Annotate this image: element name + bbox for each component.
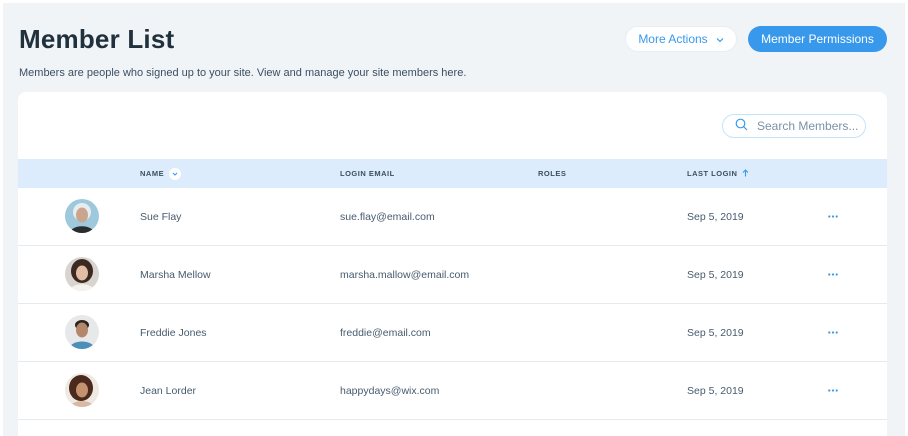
member-name[interactable]: Marsha Mellow (140, 246, 211, 303)
member-name[interactable]: Jean Lorder (140, 362, 196, 419)
member-last-login: Sep 5, 2019 (687, 384, 744, 397)
member-last-login: Sep 5, 2019 (687, 326, 744, 339)
search-placeholder: Search Members... (757, 119, 859, 133)
column-header-roles[interactable]: ROLES (538, 159, 566, 188)
column-header-name-label: NAME (140, 169, 165, 178)
page-subtitle: Members are people who signed up to your… (19, 67, 467, 79)
member-name[interactable]: Sue Flay (140, 188, 181, 245)
table-row[interactable]: Marsha Mellow marsha.mallow@email.com Se… (18, 246, 887, 304)
page-background: Member List Members are people who signe… (3, 3, 905, 436)
table-row[interactable]: Freddie Jones freddie@email.com Sep 5, 2… (18, 304, 887, 362)
more-actions-label: More Actions (638, 32, 708, 46)
table-header: NAME LOGIN EMAIL ROLES LAST LOGIN (18, 159, 887, 188)
member-email: freddie@email.com (340, 326, 431, 339)
member-last-login: Sep 5, 2019 (687, 268, 744, 281)
column-header-last-login-label: LAST LOGIN (687, 169, 738, 178)
chevron-down-icon[interactable] (169, 167, 182, 180)
column-header-email-label: LOGIN EMAIL (340, 169, 395, 178)
column-header-last-login[interactable]: LAST LOGIN (687, 159, 749, 188)
search-input[interactable]: Search Members... (722, 114, 866, 138)
member-email: happydays@wix.com (340, 384, 440, 397)
avatar (65, 315, 99, 349)
avatar (65, 257, 99, 291)
avatar (65, 373, 99, 407)
member-email: sue.flay@email.com (340, 210, 435, 223)
members-card: Search Members... NAME LOGIN EMAIL ROLES… (18, 92, 887, 436)
table-row[interactable]: Jean Lorder happydays@wix.com Sep 5, 201… (18, 362, 887, 420)
member-email: marsha.mallow@email.com (340, 268, 470, 281)
table-row[interactable]: Sue Flay sue.flay@email.com Sep 5, 2019 (18, 188, 887, 246)
member-last-login: Sep 5, 2019 (687, 210, 744, 223)
more-horizontal-icon[interactable] (828, 188, 838, 245)
more-horizontal-icon[interactable] (828, 246, 838, 303)
column-header-name[interactable]: NAME (140, 159, 182, 188)
member-name[interactable]: Freddie Jones (140, 304, 207, 361)
more-actions-button[interactable]: More Actions (625, 26, 737, 52)
column-header-roles-label: ROLES (538, 169, 567, 178)
member-permissions-button[interactable]: Member Permissions (748, 26, 887, 52)
avatar (65, 199, 99, 233)
arrow-up-icon[interactable] (742, 168, 749, 179)
chevron-down-icon (716, 32, 724, 46)
more-horizontal-icon[interactable] (828, 304, 838, 361)
more-horizontal-icon[interactable] (828, 362, 838, 419)
member-permissions-label: Member Permissions (761, 32, 874, 46)
column-header-email[interactable]: LOGIN EMAIL (340, 159, 395, 188)
page-title: Member List (19, 24, 175, 54)
search-icon (735, 118, 748, 134)
